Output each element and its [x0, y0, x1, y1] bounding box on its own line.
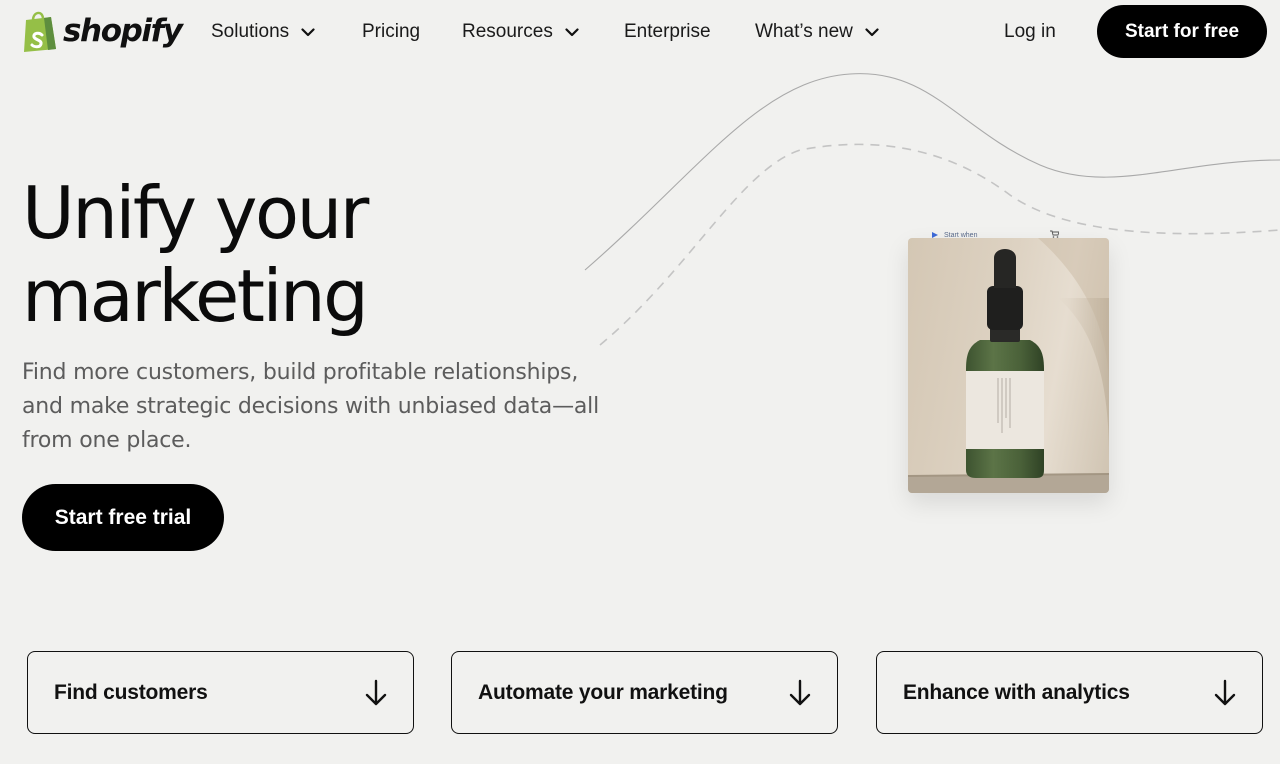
nav-item-label: Enterprise — [624, 21, 711, 42]
serum-bottle-image — [908, 238, 1109, 493]
top-navigation: shopify Solutions Pricing Resources Ente… — [0, 0, 1280, 62]
feature-label: Find customers — [54, 680, 208, 704]
logo-wordmark: shopify — [63, 12, 183, 49]
nav-item-label: Pricing — [362, 21, 421, 42]
chevron-down-icon — [565, 27, 579, 36]
arrow-down-icon — [365, 679, 387, 705]
nav-item-label: Solutions — [211, 21, 290, 42]
product-image-card — [908, 238, 1109, 493]
nav-item-solutions[interactable]: Solutions — [211, 19, 315, 45]
chevron-down-icon — [301, 27, 315, 36]
shopify-logo[interactable]: shopify — [22, 9, 183, 53]
nav-item-label: Resources — [462, 21, 553, 42]
hero-title: Unify your marketing — [22, 172, 582, 338]
arrow-down-icon — [1214, 679, 1236, 705]
automate-marketing-button[interactable]: Automate your marketing — [451, 651, 838, 734]
hero-title-line-2: marketing — [22, 254, 369, 338]
nav-item-label: What’s new — [755, 21, 853, 42]
login-link[interactable]: Log in — [1004, 19, 1056, 45]
enhance-analytics-button[interactable]: Enhance with analytics — [876, 651, 1263, 734]
nav-item-enterprise[interactable]: Enterprise — [624, 19, 711, 45]
start-free-trial-button[interactable]: Start free trial — [22, 484, 224, 551]
nav-item-pricing[interactable]: Pricing — [362, 19, 420, 45]
hero-subtitle: Find more customers, build profitable re… — [22, 360, 599, 453]
page: shopify Solutions Pricing Resources Ente… — [0, 0, 1280, 764]
find-customers-button[interactable]: Find customers — [27, 651, 414, 734]
chevron-down-icon — [865, 27, 879, 36]
nav-item-whats-new[interactable]: What’s new — [755, 19, 879, 45]
feature-label: Enhance with analytics — [903, 680, 1130, 704]
hero-title-line-1: Unify your — [22, 171, 369, 255]
nav-item-resources[interactable]: Resources — [462, 19, 579, 45]
start-for-free-button[interactable]: Start for free — [1097, 5, 1267, 58]
cart-icon — [1050, 230, 1059, 238]
feature-label: Automate your marketing — [478, 680, 728, 704]
arrow-down-icon — [789, 679, 811, 705]
shopping-bag-icon — [24, 11, 56, 52]
